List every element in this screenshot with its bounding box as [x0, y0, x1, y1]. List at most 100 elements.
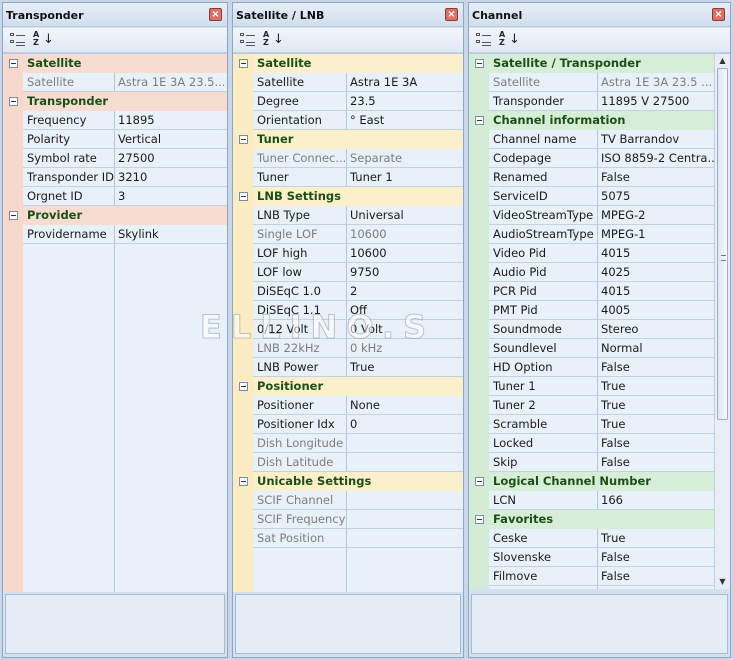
property-row[interactable]: Tuner Connec... Separate [233, 149, 463, 168]
property-row[interactable]: Sat Position [233, 529, 463, 548]
property-value[interactable]: 4015 [601, 246, 630, 260]
property-row[interactable]: PMT Pid 4005 [469, 301, 714, 320]
collapse-icon[interactable] [239, 59, 248, 68]
close-icon[interactable]: × [445, 8, 458, 21]
property-row[interactable]: Renamed False [469, 168, 714, 187]
property-value[interactable]: False [601, 550, 630, 564]
property-value[interactable]: False [601, 588, 630, 589]
vertical-scrollbar[interactable]: ▲ ▼ [714, 54, 730, 589]
property-row[interactable]: Satellite Astra 1E 3A [233, 73, 463, 92]
property-value[interactable]: True [601, 398, 625, 412]
property-row[interactable]: Degree 23.5 [233, 92, 463, 111]
property-row[interactable]: SCIF Channel [233, 491, 463, 510]
property-row[interactable]: Single LOF 10600 [233, 225, 463, 244]
property-row[interactable]: Skip False [469, 453, 714, 472]
property-row[interactable]: Codepage ISO 8859-2 Centra... [469, 149, 718, 168]
property-value[interactable]: True [350, 360, 374, 374]
property-value[interactable]: ° East [350, 113, 384, 127]
property-row[interactable]: HD Option False [469, 358, 714, 377]
property-row[interactable]: LNB Power True [233, 358, 463, 377]
property-value[interactable]: 11895 [118, 113, 155, 127]
property-value[interactable]: 4005 [601, 303, 630, 317]
property-row[interactable]: Video Pid 4015 [469, 244, 714, 263]
property-value[interactable]: 166 [601, 493, 623, 507]
property-value[interactable]: True [601, 379, 625, 393]
property-row[interactable]: LNB Type Universal [233, 206, 463, 225]
property-value[interactable]: True [601, 531, 625, 545]
property-value[interactable]: ISO 8859-2 Centra... [601, 151, 718, 165]
property-value[interactable]: 4015 [601, 284, 630, 298]
property-value[interactable]: Stereo [601, 322, 638, 336]
property-value[interactable]: True [601, 417, 625, 431]
property-value[interactable]: Tuner 1 [350, 170, 393, 184]
property-row[interactable]: PCR Pid 4015 [469, 282, 714, 301]
sort-alphabetical-icon[interactable]: A Z ↓ [263, 31, 284, 49]
property-row[interactable]: Frequency 11895 [3, 111, 227, 130]
property-value[interactable]: Vertical [118, 132, 161, 146]
categorized-view-icon[interactable] [9, 32, 27, 49]
collapse-icon[interactable] [475, 477, 484, 486]
property-value[interactable]: Normal [601, 341, 643, 355]
property-row[interactable]: Dish Latitude [233, 453, 463, 472]
property-value[interactable]: 9750 [350, 265, 379, 279]
property-value[interactable]: Universal [350, 208, 404, 222]
category-header[interactable]: Favorites [469, 510, 714, 529]
property-value[interactable]: Astra 1E 3A [350, 75, 417, 89]
scrollbar-thumb[interactable] [717, 68, 728, 420]
property-value[interactable]: MPEG-1 [601, 227, 646, 241]
property-value[interactable]: False [601, 569, 630, 583]
collapse-icon[interactable] [9, 97, 18, 106]
property-row[interactable]: ServiceID 5075 [469, 187, 714, 206]
property-value[interactable]: TV Barrandov [601, 132, 679, 146]
property-value[interactable]: False [601, 170, 630, 184]
close-icon[interactable]: × [209, 8, 222, 21]
property-value[interactable]: 0 [350, 417, 357, 431]
property-value[interactable]: MPEG-2 [601, 208, 646, 222]
property-value[interactable]: 3 [118, 189, 125, 203]
property-row[interactable]: Slovenske False [469, 548, 714, 567]
scroll-down-icon[interactable]: ▼ [715, 575, 730, 589]
category-header[interactable]: Satellite [3, 54, 227, 73]
category-header[interactable]: Provider [3, 206, 227, 225]
property-value[interactable]: False [601, 455, 630, 469]
property-value[interactable]: Skylink [118, 227, 159, 241]
property-row[interactable]: Channel name TV Barrandov [469, 130, 714, 149]
property-row[interactable]: Locked False [469, 434, 714, 453]
property-value[interactable]: 10600 [350, 246, 387, 260]
property-row[interactable]: LOF low 9750 [233, 263, 463, 282]
category-header[interactable]: Tuner [233, 130, 463, 149]
property-row[interactable]: Transponder ID 3210 [3, 168, 227, 187]
property-row[interactable]: Tuner 1 True [469, 377, 714, 396]
close-icon[interactable]: × [712, 8, 725, 21]
categorized-view-icon[interactable] [475, 32, 493, 49]
property-row[interactable]: VideoStreamType MPEG-2 [469, 206, 714, 225]
property-row[interactable]: Satellite Astra 1E 3A 23.5... [3, 73, 227, 92]
collapse-icon[interactable] [9, 59, 18, 68]
category-header[interactable]: Satellite / Transponder [469, 54, 714, 73]
category-header[interactable]: Logical Channel Number [469, 472, 714, 491]
property-value[interactable]: 23.5 [350, 94, 376, 108]
category-header[interactable]: Transponder [3, 92, 227, 111]
property-value[interactable]: 27500 [118, 151, 155, 165]
property-value[interactable]: 5075 [601, 189, 630, 203]
property-row[interactable]: Satellite Astra 1E 3A 23.5 ... [469, 73, 714, 92]
property-value[interactable]: False [601, 360, 630, 374]
collapse-icon[interactable] [9, 211, 18, 220]
category-header[interactable]: Positioner [233, 377, 463, 396]
property-row[interactable]: Orientation ° East [233, 111, 463, 130]
property-row[interactable]: Orgnet ID 3 [3, 187, 227, 206]
property-value[interactable]: 3210 [118, 170, 147, 184]
property-row[interactable]: DiSEqC 1.0 2 [233, 282, 463, 301]
property-row[interactable]: SCIF Frequency [233, 510, 463, 529]
property-row[interactable]: AudioStreamType MPEG-1 [469, 225, 714, 244]
property-value[interactable]: False [601, 436, 630, 450]
property-value[interactable]: 2 [350, 284, 357, 298]
category-header[interactable]: Satellite [233, 54, 463, 73]
property-row[interactable]: Scramble True [469, 415, 714, 434]
category-header[interactable]: Unicable Settings [233, 472, 463, 491]
property-row[interactable]: Soundmode Stereo [469, 320, 714, 339]
property-value[interactable]: None [350, 398, 380, 412]
property-row[interactable]: Dokumentarni False [469, 586, 714, 589]
property-row[interactable]: LOF high 10600 [233, 244, 463, 263]
sort-alphabetical-icon[interactable]: A Z ↓ [499, 31, 520, 49]
